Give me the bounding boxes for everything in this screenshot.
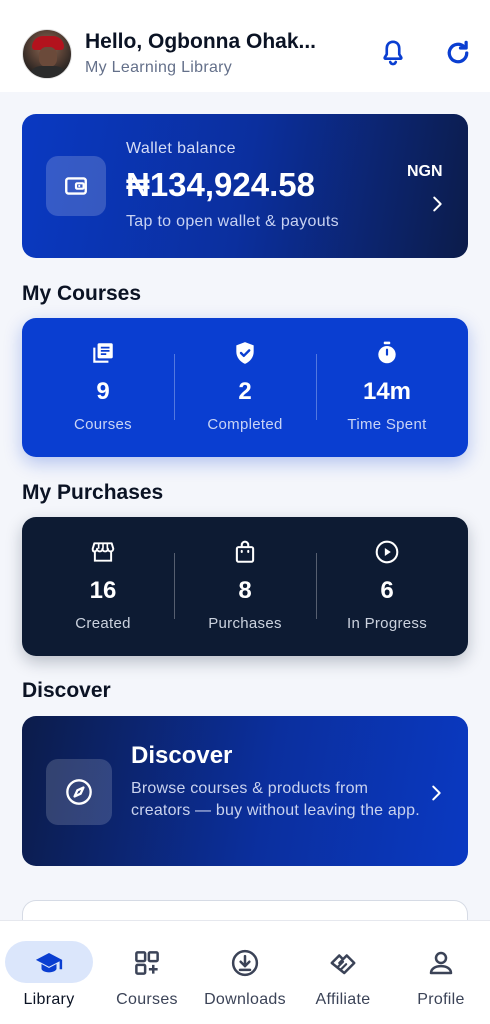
page-subtitle: My Learning Library	[85, 59, 233, 76]
stat-created[interactable]: 16 Created	[29, 517, 177, 656]
stat-label: Purchases	[208, 615, 282, 632]
stat-label: Completed	[207, 416, 283, 433]
compass-icon	[46, 759, 112, 825]
section-title-discover: Discover	[22, 679, 111, 702]
play-circle-icon	[375, 540, 399, 564]
section-title-my-courses: My Courses	[22, 282, 142, 305]
nav-affiliate[interactable]: Affiliate	[294, 921, 392, 1024]
nav-label: Courses	[116, 991, 178, 1008]
stat-label: Created	[75, 615, 131, 632]
wallet-hint: Tap to open wallet & payouts	[126, 213, 339, 230]
person-icon	[429, 951, 453, 975]
stat-time-spent[interactable]: 14m Time Spent	[313, 318, 461, 457]
user-avatar[interactable]	[22, 29, 72, 79]
stat-value: 14m	[362, 378, 412, 405]
stat-value: 2	[238, 378, 252, 405]
nav-profile[interactable]: Profile	[392, 921, 490, 1024]
discover-description: Browse courses & products from creators …	[131, 780, 420, 819]
storefront-icon	[91, 542, 115, 562]
chevron-right-icon	[432, 785, 441, 801]
wallet-icon	[46, 156, 106, 216]
stat-label: Courses	[74, 416, 132, 433]
nav-label: Downloads	[204, 991, 286, 1008]
handshake-icon	[330, 954, 356, 975]
discover-card[interactable]: Discover Browse courses & products from …	[22, 716, 468, 866]
nav-courses[interactable]: Courses	[98, 921, 196, 1024]
stat-in-progress[interactable]: 6 In Progress	[313, 517, 461, 656]
shopping-bag-icon	[235, 540, 255, 563]
stat-value: 8	[238, 577, 252, 604]
discover-title: Discover	[131, 742, 233, 769]
stat-purchases[interactable]: 8 Purchases	[171, 517, 319, 656]
wallet-card[interactable]: Wallet balance ₦134,924.58 Tap to open w…	[22, 114, 468, 258]
graduation-cap-icon	[35, 953, 63, 973]
wallet-label: Wallet balance	[126, 140, 236, 157]
download-circle-icon	[231, 949, 259, 977]
stat-completed[interactable]: 2 Completed	[171, 318, 319, 457]
refresh-icon[interactable]	[443, 38, 473, 68]
bottom-navigation: Library Courses Downloads Affiliate Prof…	[0, 920, 490, 1024]
stat-courses[interactable]: 9 Courses	[29, 318, 177, 457]
stat-value: 16	[89, 577, 117, 604]
grid-add-icon	[135, 951, 159, 975]
courses-stats-card: 9 Courses 2 Completed 14m Time Spent	[22, 318, 468, 457]
stat-label: In Progress	[347, 615, 427, 632]
stat-value: 9	[96, 378, 110, 405]
stat-label: Time Spent	[347, 416, 427, 433]
section-title-my-purchases: My Purchases	[22, 481, 164, 504]
wallet-balance: ₦134,924.58	[126, 166, 315, 203]
greeting-text: Hello, Ogbonna Ohak...	[85, 30, 317, 53]
nav-downloads[interactable]: Downloads	[196, 921, 294, 1024]
stopwatch-icon	[378, 341, 396, 364]
bell-icon[interactable]	[378, 38, 408, 68]
nav-label: Library	[23, 991, 75, 1008]
library-books-icon	[93, 343, 113, 363]
currency-code: NGN	[407, 163, 443, 180]
app-header: Hello, Ogbonna Ohak... My Learning Libra…	[0, 0, 490, 92]
verified-shield-icon	[236, 342, 254, 364]
purchases-stats-card: 16 Created 8 Purchases 6 In Progress	[22, 517, 468, 656]
nav-library[interactable]: Library	[0, 921, 98, 1024]
nav-label: Profile	[417, 991, 465, 1008]
nav-label: Affiliate	[315, 991, 371, 1008]
chevron-right-icon	[433, 196, 442, 212]
stat-value: 6	[380, 577, 394, 604]
